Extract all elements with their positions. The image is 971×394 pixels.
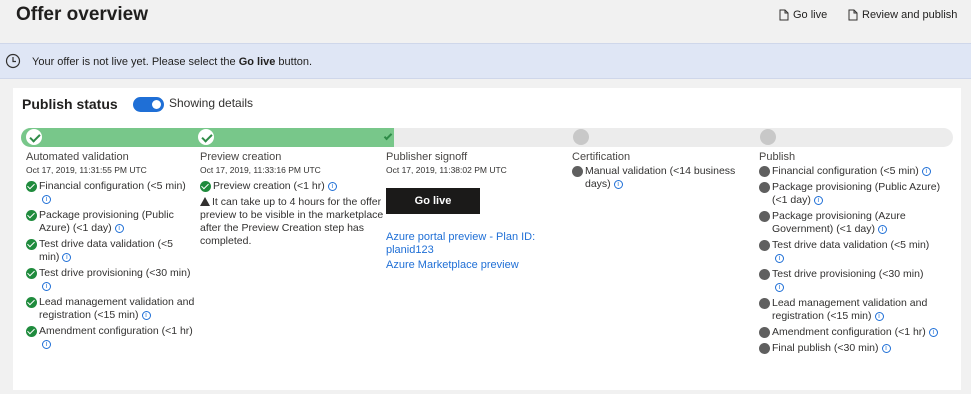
info-icon[interactable]: i [114,224,124,233]
info-icon[interactable]: i [42,282,51,291]
list-item: Lead management validation and registrat… [26,296,196,322]
list-item: Package provisioning (Public Azure) (<1 … [26,209,196,235]
warning-icon [200,197,210,206]
list-item: Package provisioning (Public Azure) (<1 … [759,181,944,207]
preview-warning: It can take up to 4 hours for the offer … [200,196,384,247]
pending-step-icon [759,269,770,280]
stage-date: Oct 17, 2019, 11:31:55 PM UTC [26,165,147,175]
info-icon[interactable]: i [42,195,51,204]
checkmark-icon [26,239,37,250]
stage-title: Automated validation [26,151,129,163]
status-banner: Your offer is not live yet. Please selec… [0,43,971,79]
info-icon[interactable]: i [327,182,337,191]
banner-message: Your offer is not live yet. Please selec… [32,56,313,68]
pending-step-icon [759,327,770,338]
stage-date: Oct 17, 2019, 11:33:16 PM UTC [200,165,321,175]
list-item: Final publish (<30 min) i [759,342,944,355]
list-item: Financial configuration (<5 min) i [26,180,196,206]
toggle-knob [152,100,161,109]
checkmark-icon [26,326,37,337]
go-live-button[interactable]: Go live [386,188,480,214]
checkmark-icon [26,181,37,192]
info-icon[interactable]: i [813,196,823,205]
page-title: Offer overview [16,4,148,25]
list-item: Lead management validation and registrat… [759,297,944,323]
list-item: Test drive data validation (<5 min) i [26,238,196,264]
list-item: Preview creation (<1 hr) i [200,180,385,193]
info-icon[interactable]: i [613,180,623,189]
list-item: Test drive provisioning (<30 min)i [26,267,196,293]
list-item: Amendment configuration (<1 hr)i [759,326,944,339]
pending-step-icon [573,129,589,145]
pending-step-icon [572,166,583,177]
info-icon[interactable]: i [141,311,151,320]
checkmark-icon [26,129,42,145]
azure-portal-preview-link[interactable]: Azure portal preview - Plan ID: planid12… [386,231,566,257]
checkmark-icon [26,297,37,308]
page-header: Offer overview Go live Review and publis… [0,0,971,38]
info-icon[interactable]: i [881,344,891,353]
azure-marketplace-preview-link[interactable]: Azure Marketplace preview [386,259,566,272]
toggle-label: Showing details [169,96,254,110]
checkmark-icon [200,181,211,192]
progress-track [21,128,953,147]
document-icon [848,9,858,21]
list-item: Test drive provisioning (<30 min)i [759,268,944,294]
stage-publish: Publish Financial configuration (<5 min)… [759,151,944,358]
clock-icon [5,53,21,69]
info-icon[interactable]: i [62,253,72,262]
pending-step-icon [759,343,770,354]
stage-title: Preview creation [200,151,282,163]
publish-status-card: Publish status Showing details Automated… [13,88,961,390]
stage-title: Publish [759,151,796,163]
go-live-header-button[interactable]: Go live [779,9,827,21]
info-icon[interactable]: i [775,254,784,263]
list-item: Financial configuration (<5 min) i [759,165,944,178]
stage-title: Publisher signoff [386,151,468,163]
info-icon[interactable]: i [928,328,938,337]
stage-preview-creation: Preview creation Oct 17, 2019, 11:33:16 … [200,151,385,248]
pending-step-icon [759,211,770,222]
document-icon [779,9,789,21]
pending-step-icon [759,182,770,193]
info-icon[interactable]: i [921,167,931,176]
stage-title: Certification [572,151,631,163]
pending-step-icon [759,240,770,251]
info-icon[interactable]: i [42,340,51,349]
checkmark-icon [26,268,37,279]
review-and-publish-label: Review and publish [862,9,958,21]
info-icon[interactable]: i [874,312,884,321]
checkmark-icon [26,210,37,221]
list-item: Amendment configuration (<1 hr)i [26,325,196,351]
list-item: Test drive data validation (<5 min) i [759,239,944,265]
stage-automated-validation: Automated validation Oct 17, 2019, 11:31… [26,151,196,354]
list-item: Manual validation (<14 business days) i [572,165,742,191]
pending-step-icon [760,129,776,145]
show-details-toggle[interactable] [133,97,164,112]
review-and-publish-button[interactable]: Review and publish [848,9,957,21]
checkmark-icon [198,129,214,145]
info-icon[interactable]: i [775,283,784,292]
go-live-header-label: Go live [793,9,828,21]
stage-certification: Certification Manual validation (<14 bus… [572,151,742,194]
pending-step-icon [759,298,770,309]
stage-date: Oct 17, 2019, 11:38:02 PM UTC [386,165,507,175]
list-item: Package provisioning (Azure Government) … [759,210,944,236]
info-icon[interactable]: i [878,225,888,234]
pending-step-icon [759,166,770,177]
publish-status-title: Publish status [22,96,118,112]
stage-publisher-signoff: Publisher signoff Oct 17, 2019, 11:38:02… [386,151,566,272]
